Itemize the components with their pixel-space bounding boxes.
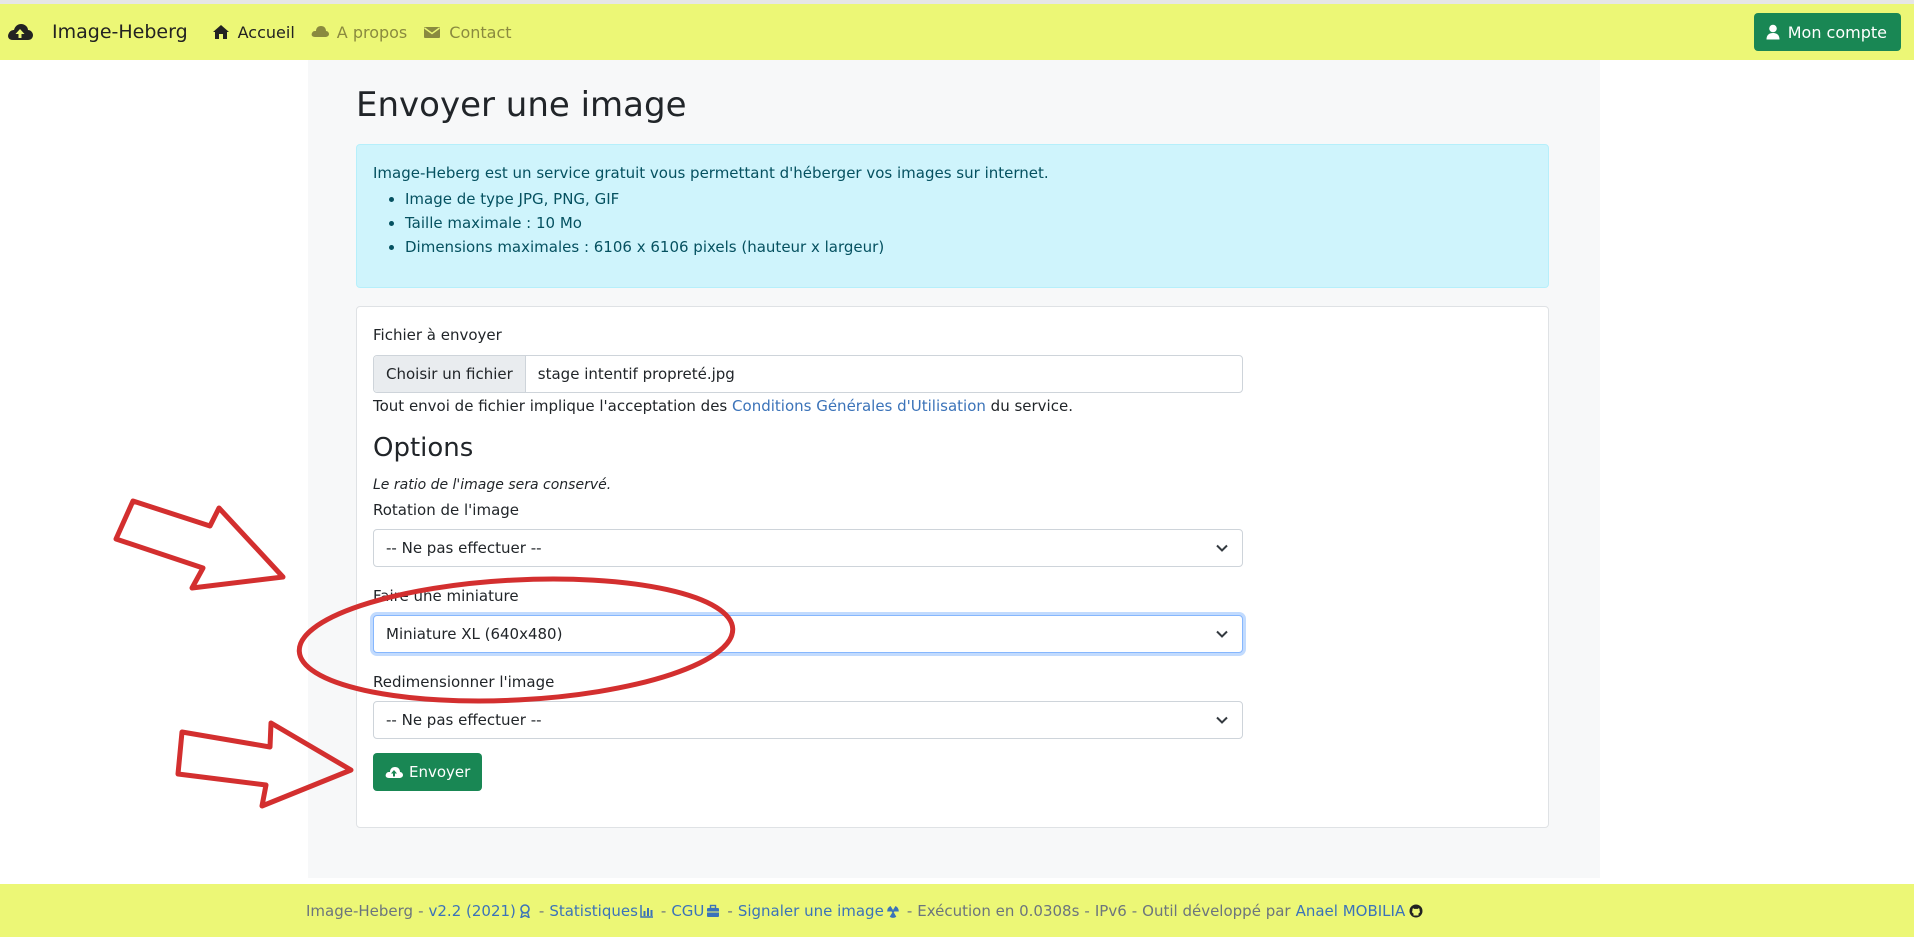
award-icon (520, 903, 530, 918)
footer-separator: - (1084, 901, 1090, 920)
list-item: Taille maximale : 10 Mo (405, 211, 1532, 235)
file-input[interactable]: Choisir un fichier stage intentif propre… (373, 355, 1243, 393)
author-link[interactable]: Anael MOBILIA (1296, 902, 1406, 920)
terms-text: Tout envoi de fichier implique l'accepta… (373, 397, 1073, 415)
cgu-footer-link[interactable]: CGU (671, 902, 704, 920)
alert-intro: Image-Heberg est un service gratuit vous… (373, 164, 1049, 182)
thumbnail-value: Miniature XL (640x480) (386, 625, 563, 643)
footer-separator: - (727, 901, 733, 920)
thumbnail-label: Faire une miniature (373, 587, 519, 605)
stats-link[interactable]: Statistiques (549, 902, 638, 920)
submit-label: Envoyer (409, 763, 471, 781)
briefcase-icon (707, 904, 720, 917)
footer: Image-Heberg - v2.2 (2021) - Statistique… (0, 884, 1914, 937)
navbar: Image-Heberg Accueil A propos Contact Mo… (0, 4, 1914, 60)
rotation-value: -- Ne pas effectuer -- (386, 539, 542, 557)
resize-label: Redimensionner l'image (373, 673, 555, 691)
resize-select[interactable]: -- Ne pas effectuer -- (373, 701, 1243, 739)
nav-item-a-propos[interactable]: A propos (311, 23, 407, 42)
user-icon (1766, 24, 1780, 40)
chevron-down-icon (1216, 544, 1228, 552)
bar-chart-icon (640, 904, 653, 918)
nav-item-accueil[interactable]: Accueil (212, 23, 295, 42)
nav-item-label: A propos (336, 22, 408, 42)
footer-separator: - (906, 901, 913, 920)
cloud-upload-icon (385, 767, 403, 778)
version-link[interactable]: v2.2 (2021) (429, 902, 516, 920)
chevron-down-icon (1216, 630, 1228, 638)
list-item: Image de type JPG, PNG, GIF (405, 187, 1532, 211)
terms-after: du service. (990, 397, 1073, 415)
account-label: Mon compte (1787, 22, 1887, 42)
github-icon[interactable] (1409, 904, 1423, 918)
brand-name: Image-Heberg (52, 21, 188, 43)
ratio-note: Le ratio de l'image sera conservé. (373, 477, 612, 493)
alert-list: Image de type JPG, PNG, GIF Taille maxim… (373, 187, 1532, 259)
footer-exec-time: Exécution en 0.0308s (917, 901, 1080, 920)
nav-item-label: Accueil (237, 22, 295, 42)
footer-content: Image-Heberg - v2.2 (2021) - Statistique… (306, 902, 1425, 920)
footer-separator: - (418, 901, 424, 920)
chevron-down-icon (1216, 716, 1228, 724)
account-button[interactable]: Mon compte (1753, 13, 1901, 51)
rotation-label: Rotation de l'image (373, 501, 520, 519)
resize-value: -- Ne pas effectuer -- (386, 711, 542, 729)
choose-file-button[interactable]: Choisir un fichier (374, 356, 526, 392)
terms-before: Tout envoi de fichier implique l'accepta… (373, 397, 728, 415)
nav-links: Accueil A propos Contact (212, 23, 528, 42)
options-title: Options (373, 433, 474, 463)
footer-separator: - (660, 901, 667, 920)
envelope-icon (424, 27, 441, 38)
radiation-icon (887, 905, 899, 918)
nav-item-contact[interactable]: Contact (423, 22, 512, 42)
page-title: Envoyer une image (356, 85, 687, 125)
nav-item-label: Contact (449, 22, 512, 42)
file-name: stage intentif propreté.jpg (537, 365, 735, 383)
footer-separator: - (538, 901, 545, 920)
upload-form-card: Fichier à envoyer Choisir un fichier sta… (356, 306, 1549, 828)
home-icon (212, 25, 229, 39)
footer-tool: Outil développé par (1142, 901, 1291, 920)
brand[interactable]: Image-Heberg (6, 20, 188, 44)
main-container: Envoyer une image Image-Heberg est un se… (308, 60, 1600, 878)
list-item: Dimensions maximales : 6106 x 6106 pixel… (405, 235, 1532, 259)
thumbnail-select[interactable]: Miniature XL (640x480) (373, 615, 1243, 653)
rotation-select[interactable]: -- Ne pas effectuer -- (373, 529, 1243, 567)
submit-button[interactable]: Envoyer (373, 753, 483, 791)
cloud-icon (311, 26, 329, 37)
cgu-link[interactable]: Conditions Générales d'Utilisation (732, 397, 986, 415)
annotation-arrow-upper (113, 498, 286, 591)
info-alert: Image-Heberg est un service gratuit vous… (356, 144, 1549, 288)
cloud-upload-icon (6, 20, 34, 44)
footer-separator: - (1131, 901, 1138, 920)
file-label: Fichier à envoyer (373, 326, 502, 344)
footer-app: Image-Heberg (306, 901, 414, 920)
footer-ip: IPv6 (1094, 901, 1127, 920)
report-link[interactable]: Signaler une image (738, 902, 884, 920)
